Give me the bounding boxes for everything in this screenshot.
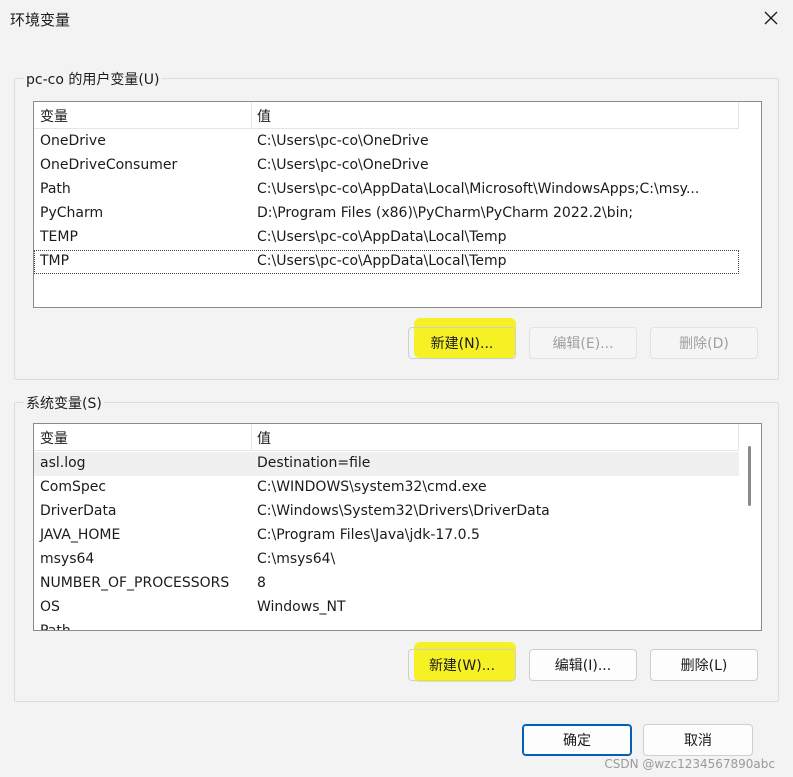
user-vars-list[interactable]: 变量 值 OneDrive C:\Users\pc-co\OneDrive On…	[33, 101, 762, 308]
var-value: 8	[257, 575, 266, 591]
user-delete-button[interactable]: 删除(D)	[650, 327, 758, 359]
close-button[interactable]	[753, 2, 789, 34]
list-item[interactable]: asl.log Destination=file	[34, 452, 739, 476]
list-item-selected[interactable]: TMP C:\Users\pc-co\AppData\Local\Temp	[34, 250, 739, 274]
var-name: TEMP	[40, 229, 78, 245]
list-item[interactable]: JAVA_HOME C:\Program Files\Java\jdk-17.0…	[34, 524, 739, 548]
var-name: JAVA_HOME	[40, 527, 121, 543]
title-bar: 环境变量	[0, 0, 793, 38]
watermark: CSDN @wzc1234567890abc	[604, 757, 775, 771]
column-header-value[interactable]: 值	[257, 106, 271, 126]
var-name: Path	[40, 181, 71, 197]
list-item-partial[interactable]: Path	[34, 620, 739, 631]
column-separator[interactable]	[251, 424, 252, 450]
var-value: C:\Users\pc-co\OneDrive	[257, 157, 429, 173]
scrollbar-thumb[interactable]	[748, 446, 751, 506]
var-value: Destination=file	[257, 455, 371, 471]
window-title: 环境变量	[10, 11, 71, 29]
list-item[interactable]: ComSpec C:\WINDOWS\system32\cmd.exe	[34, 476, 739, 500]
system-delete-button[interactable]: 删除(L)	[650, 649, 758, 681]
column-separator[interactable]	[738, 102, 739, 128]
list-item[interactable]: PyCharm D:\Program Files (x86)\PyCharm\P…	[34, 202, 739, 226]
var-name: DriverData	[40, 503, 117, 519]
list-item[interactable]: TEMP C:\Users\pc-co\AppData\Local\Temp	[34, 226, 739, 250]
var-value: C:\Users\pc-co\AppData\Local\Temp	[257, 253, 507, 269]
var-name: PyCharm	[40, 205, 104, 221]
var-value: C:\WINDOWS\system32\cmd.exe	[257, 479, 487, 495]
column-header-variable[interactable]: 变量	[40, 106, 68, 126]
user-edit-button[interactable]: 编辑(E)...	[529, 327, 637, 359]
column-header-value[interactable]: 值	[257, 428, 271, 448]
var-value: C:\Users\pc-co\AppData\Local\Temp	[257, 229, 507, 245]
list-item[interactable]: msys64 C:\msys64\	[34, 548, 739, 572]
system-new-button[interactable]: 新建(W)...	[408, 649, 516, 681]
var-name: msys64	[40, 551, 95, 567]
var-value: C:\Program Files\Java\jdk-17.0.5	[257, 527, 480, 543]
ok-button[interactable]: 确定	[522, 724, 632, 756]
cancel-button[interactable]: 取消	[643, 724, 753, 756]
list-item[interactable]: OneDrive C:\Users\pc-co\OneDrive	[34, 130, 739, 154]
var-name-partial: Path	[40, 623, 71, 631]
close-icon	[764, 11, 778, 25]
var-value: C:\msys64\	[257, 551, 336, 567]
var-name: OS	[40, 599, 60, 615]
var-name: ComSpec	[40, 479, 107, 495]
column-separator[interactable]	[251, 102, 252, 128]
var-name: OneDriveConsumer	[40, 157, 178, 173]
list-item[interactable]: OS Windows_NT	[34, 596, 739, 620]
user-vars-header: 变量 值	[34, 102, 739, 129]
system-edit-button[interactable]: 编辑(I)...	[529, 649, 637, 681]
var-value: C:\Users\pc-co\OneDrive	[257, 133, 429, 149]
list-item[interactable]: DriverData C:\Windows\System32\Drivers\D…	[34, 500, 739, 524]
list-item[interactable]: NUMBER_OF_PROCESSORS 8	[34, 572, 739, 596]
var-value: Windows_NT	[257, 599, 346, 615]
user-vars-legend: pc-co 的用户变量(U)	[24, 69, 162, 89]
system-vars-list[interactable]: 变量 值 asl.log Destination=file ComSpec C:…	[33, 423, 762, 631]
var-name: TMP	[40, 253, 70, 269]
system-vars-header: 变量 值	[34, 424, 739, 451]
var-name: NUMBER_OF_PROCESSORS	[40, 575, 230, 591]
var-value: D:\Program Files (x86)\PyCharm\PyCharm 2…	[257, 205, 634, 221]
column-header-variable[interactable]: 变量	[40, 428, 68, 448]
list-item[interactable]: OneDriveConsumer C:\Users\pc-co\OneDrive	[34, 154, 739, 178]
var-value: C:\Users\pc-co\AppData\Local\Microsoft\W…	[257, 181, 700, 197]
var-value: C:\Windows\System32\Drivers\DriverData	[257, 503, 550, 519]
list-item[interactable]: Path C:\Users\pc-co\AppData\Local\Micros…	[34, 178, 739, 202]
system-vars-legend: 系统变量(S)	[24, 393, 104, 413]
var-name: OneDrive	[40, 133, 106, 149]
var-name: asl.log	[40, 455, 86, 471]
user-new-button[interactable]: 新建(N)...	[408, 327, 516, 359]
column-separator[interactable]	[738, 424, 739, 450]
